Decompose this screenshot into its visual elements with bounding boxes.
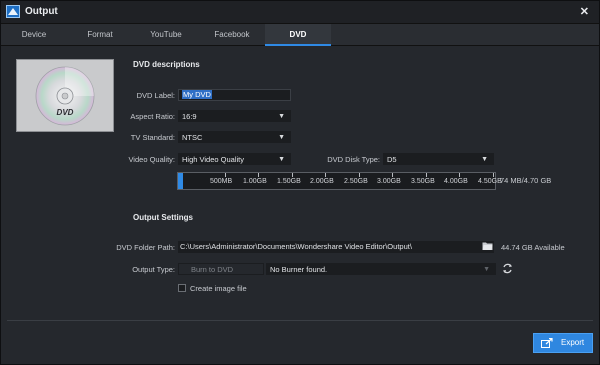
tab-dvd[interactable]: DVD — [265, 24, 331, 46]
video-quality-label: Video Quality: — [128, 155, 175, 164]
refresh-icon[interactable] — [502, 263, 513, 274]
capacity-tick — [426, 173, 427, 177]
space-available: 44.74 GB Available — [501, 243, 565, 252]
dvd-label-input[interactable]: My DVD — [178, 89, 291, 101]
chevron-down-icon: ▼ — [483, 266, 490, 273]
window-title: Output — [25, 6, 58, 17]
tab-bar: Device Format YouTube Facebook DVD — [1, 24, 599, 46]
create-image-file-label: Create image file — [190, 284, 247, 293]
disc-capacity-bar: 500MB 1.00GB 1.50GB 2.00GB 2.50GB 3.00GB 3.50G… — [177, 172, 502, 190]
capacity-tick-label: 1.50GB — [277, 178, 301, 185]
export-icon — [541, 338, 553, 348]
folder-open-icon[interactable] — [482, 241, 493, 251]
dvd-descriptions-title: DVD descriptions — [133, 60, 200, 69]
create-image-file-checkbox[interactable] — [178, 284, 186, 292]
tab-device[interactable]: Device — [1, 24, 67, 45]
export-label: Export — [561, 338, 585, 347]
capacity-tick — [258, 173, 259, 177]
chevron-down-icon: ▼ — [278, 156, 285, 163]
burner-value: No Burner found. — [270, 265, 328, 274]
tv-standard-value: NTSC — [182, 133, 203, 142]
capacity-tick-label: 4.50GB — [478, 178, 502, 185]
aspect-ratio-label: Aspect Ratio: — [130, 112, 175, 121]
dvd-logo-text: DVD — [57, 108, 74, 117]
dvd-folder-path-input[interactable]: C:\Users\Administrator\Documents\Wonders… — [178, 241, 494, 253]
dvd-folder-path-label: DVD Folder Path: — [116, 243, 175, 252]
dvd-disk-type-select[interactable]: D5 ▼ — [383, 153, 494, 165]
capacity-tick — [325, 173, 326, 177]
capacity-info: 74 MB/4.70 GB — [500, 176, 552, 185]
capacity-tick — [292, 173, 293, 177]
chevron-down-icon: ▼ — [278, 113, 285, 120]
aspect-ratio-value: 16:9 — [182, 112, 197, 121]
title-bar: Output ✕ — [1, 1, 599, 24]
output-type-label: Output Type: — [132, 265, 175, 274]
tab-youtube[interactable]: YouTube — [133, 24, 199, 45]
capacity-tick-label: 2.00GB — [310, 178, 334, 185]
capacity-tick-label: 3.50GB — [411, 178, 435, 185]
capacity-tick-label: 4.00GB — [444, 178, 468, 185]
output-type-select[interactable]: Burn to DVD — [178, 263, 264, 275]
tab-format[interactable]: Format — [67, 24, 133, 45]
video-quality-select[interactable]: High Video Quality ▼ — [178, 153, 291, 165]
aspect-ratio-select[interactable]: 16:9 ▼ — [178, 110, 291, 122]
capacity-tick-label: 1.00GB — [243, 178, 267, 185]
capacity-tick — [359, 173, 360, 177]
dvd-disk-type-label: DVD Disk Type: — [327, 155, 380, 164]
chevron-down-icon: ▼ — [278, 134, 285, 141]
close-icon[interactable]: ✕ — [580, 5, 589, 18]
dvd-label-label: DVD Label: — [136, 91, 175, 100]
dvd-label-value: My DVD — [182, 90, 212, 99]
output-settings-title: Output Settings — [133, 213, 193, 222]
capacity-tick-label: 2.50GB — [344, 178, 368, 185]
tv-standard-label: TV Standard: — [130, 133, 175, 142]
tv-standard-select[interactable]: NTSC ▼ — [178, 131, 291, 143]
tab-facebook[interactable]: Facebook — [199, 24, 265, 45]
capacity-tick — [493, 173, 494, 177]
capacity-tick-label: 500MB — [210, 178, 233, 185]
dvd-disk-type-value: D5 — [387, 155, 397, 164]
output-type-value: Burn to DVD — [191, 265, 234, 274]
burner-select[interactable]: No Burner found. ▼ — [266, 263, 496, 275]
video-quality-value: High Video Quality — [182, 155, 244, 164]
output-dialog: Output ✕ Device Format YouTube Facebook … — [0, 0, 600, 365]
capacity-tick-label: 3.00GB — [377, 178, 401, 185]
capacity-scale: 500MB 1.00GB 1.50GB 2.00GB 2.50GB 3.00GB 3.50G… — [178, 173, 502, 189]
app-logo-icon — [6, 5, 20, 18]
footer-divider — [7, 320, 593, 321]
capacity-tick — [392, 173, 393, 177]
chevron-down-icon: ▼ — [481, 156, 488, 163]
capacity-tick — [459, 173, 460, 177]
capacity-tick — [225, 173, 226, 177]
export-button[interactable]: Export — [533, 333, 593, 353]
